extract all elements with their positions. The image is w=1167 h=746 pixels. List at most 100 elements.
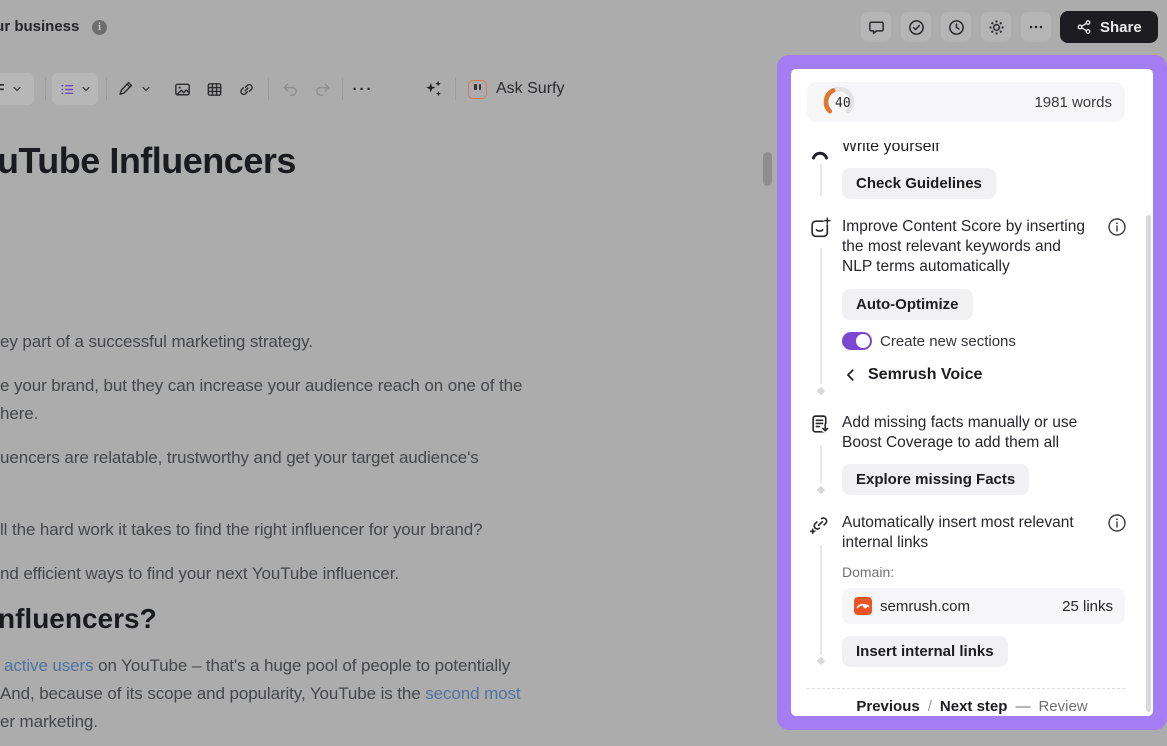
image-icon <box>173 80 192 99</box>
undo-icon <box>281 80 300 99</box>
internal-links-icon <box>808 513 831 536</box>
missing-facts-icon <box>809 413 832 436</box>
ai-sparkles-button[interactable] <box>418 73 448 105</box>
check-guidelines-button[interactable]: Check Guidelines <box>842 168 996 199</box>
step-connector <box>820 164 822 196</box>
doc-paragraph: e your brand, but they can increase your… <box>0 376 522 396</box>
insert-link-button[interactable] <box>230 73 262 105</box>
domain-row[interactable]: semrush.com 25 links <box>842 588 1125 624</box>
footer-divider <box>807 688 1125 689</box>
step-connector <box>820 545 822 655</box>
comments-button[interactable] <box>861 12 891 42</box>
write-yourself-row: Write yourself <box>842 143 1042 157</box>
doc-paragraph: here. <box>0 404 38 424</box>
toolbar-divider <box>268 78 269 100</box>
previous-button[interactable]: Previous <box>856 698 919 715</box>
internal-links-text: Automatically insert most relevant inter… <box>842 513 1082 553</box>
share-icon <box>1076 19 1092 35</box>
toolbar-more-button[interactable]: ··· <box>348 73 378 105</box>
more-dots-icon: ··· <box>353 81 374 98</box>
clock-icon <box>947 18 966 37</box>
domain-name: semrush.com <box>880 598 1062 615</box>
footer-dash: — <box>1015 698 1030 715</box>
list-icon <box>59 81 76 98</box>
domain-links-count: 25 links <box>1062 598 1113 615</box>
doc-link[interactable]: active users <box>4 656 94 675</box>
missing-facts-text: Add missing facts manually or use Boost … <box>842 413 1118 453</box>
insert-internal-links-button[interactable]: Insert internal links <box>842 636 1008 667</box>
doc-paragraph: active users on YouTube – that's a huge … <box>4 656 510 676</box>
create-sections-label: Create new sections <box>880 333 1016 350</box>
settings-button[interactable] <box>981 12 1011 42</box>
chevron-down-icon <box>80 83 92 95</box>
link-icon <box>237 80 256 99</box>
word-count: 1981 words <box>1030 94 1112 111</box>
share-button-label: Share <box>1100 19 1142 36</box>
text-style-dropdown[interactable]: F <box>0 73 34 105</box>
create-sections-toggle[interactable] <box>842 332 872 350</box>
comment-icon <box>867 18 886 37</box>
table-icon <box>205 80 224 99</box>
step-connector <box>820 248 822 384</box>
doc-paragraph: nd efficient ways to find your next YouT… <box>0 564 399 584</box>
toolbar-divider <box>455 78 456 100</box>
check-circle-icon <box>907 18 926 37</box>
doc-paragraph: uencers are relatable, trustworthy and g… <box>0 448 479 468</box>
chevron-left-icon <box>844 368 858 382</box>
share-button[interactable]: Share <box>1060 11 1158 43</box>
step-connector <box>820 445 822 483</box>
auto-optimize-button[interactable]: Auto-Optimize <box>842 289 973 320</box>
next-step-button[interactable]: Next step <box>940 698 1008 715</box>
undo-button[interactable] <box>274 73 306 105</box>
insert-table-button[interactable] <box>198 73 230 105</box>
doc-text: And, because of its scope and popularity… <box>0 684 425 703</box>
toolbar-divider <box>106 78 107 100</box>
more-options-button[interactable] <box>1021 12 1051 42</box>
explore-facts-button[interactable]: Explore missing Facts <box>842 464 1029 495</box>
app-root: our business i Share <box>0 0 1167 746</box>
ask-surfy-button[interactable]: Ask Surfy <box>462 73 570 105</box>
chevron-down-icon <box>140 83 152 95</box>
doc-text: on YouTube – that's a huge pool of peopl… <box>94 656 511 675</box>
semrush-voice-label: Semrush Voice <box>868 366 982 384</box>
info-circle-icon[interactable] <box>1107 217 1127 237</box>
editor-scrollbar-thumb[interactable] <box>763 152 772 186</box>
pen-icon <box>117 80 136 99</box>
auto-optimize-icon <box>809 217 832 240</box>
doc-heading-h2: nfluencers? <box>0 603 157 635</box>
doc-heading-h1: uTube Influencers <box>0 140 296 182</box>
content-score-value: 40 <box>835 96 851 111</box>
ask-surfy-label: Ask Surfy <box>496 80 564 98</box>
doc-paragraph: ll the hard work it takes to find the ri… <box>0 520 482 540</box>
panel-scrollbar-thumb[interactable] <box>1146 215 1151 712</box>
semrush-logo-icon <box>854 597 872 615</box>
insert-image-button[interactable] <box>166 73 198 105</box>
checks-button[interactable] <box>901 12 931 42</box>
info-icon[interactable]: i <box>92 20 107 35</box>
footer-separator: / <box>928 698 932 715</box>
next-step-name: Review <box>1038 698 1087 715</box>
surfy-icon <box>468 80 487 99</box>
doc-link[interactable]: second most <box>425 684 520 703</box>
semrush-voice-button[interactable]: Semrush Voice <box>844 366 982 384</box>
improve-score-text: Improve Content Score by inserting the m… <box>842 217 1094 277</box>
list-dropdown[interactable] <box>52 73 98 105</box>
toolbar-divider <box>45 78 46 100</box>
panel-footer: Previous / Next step — Review <box>791 698 1153 715</box>
doc-paragraph: And, because of its scope and popularity… <box>0 684 521 704</box>
ellipsis-icon <box>1027 18 1045 36</box>
doc-paragraph: ey part of a successful marketing strate… <box>0 332 313 352</box>
chevron-down-icon <box>11 83 23 95</box>
sparkles-icon <box>423 79 443 99</box>
redo-button[interactable] <box>306 73 338 105</box>
gear-icon <box>987 18 1006 37</box>
highlight-pen-dropdown[interactable] <box>112 73 156 105</box>
write-yourself-label: Write yourself <box>842 143 1042 156</box>
info-circle-icon[interactable] <box>1107 513 1127 533</box>
domain-label: Domain: <box>842 564 894 580</box>
history-button[interactable] <box>941 12 971 42</box>
toolbar-divider <box>342 78 343 100</box>
write-pen-icon <box>810 144 830 160</box>
redo-icon <box>313 80 332 99</box>
doc-paragraph: er marketing. <box>0 712 98 732</box>
